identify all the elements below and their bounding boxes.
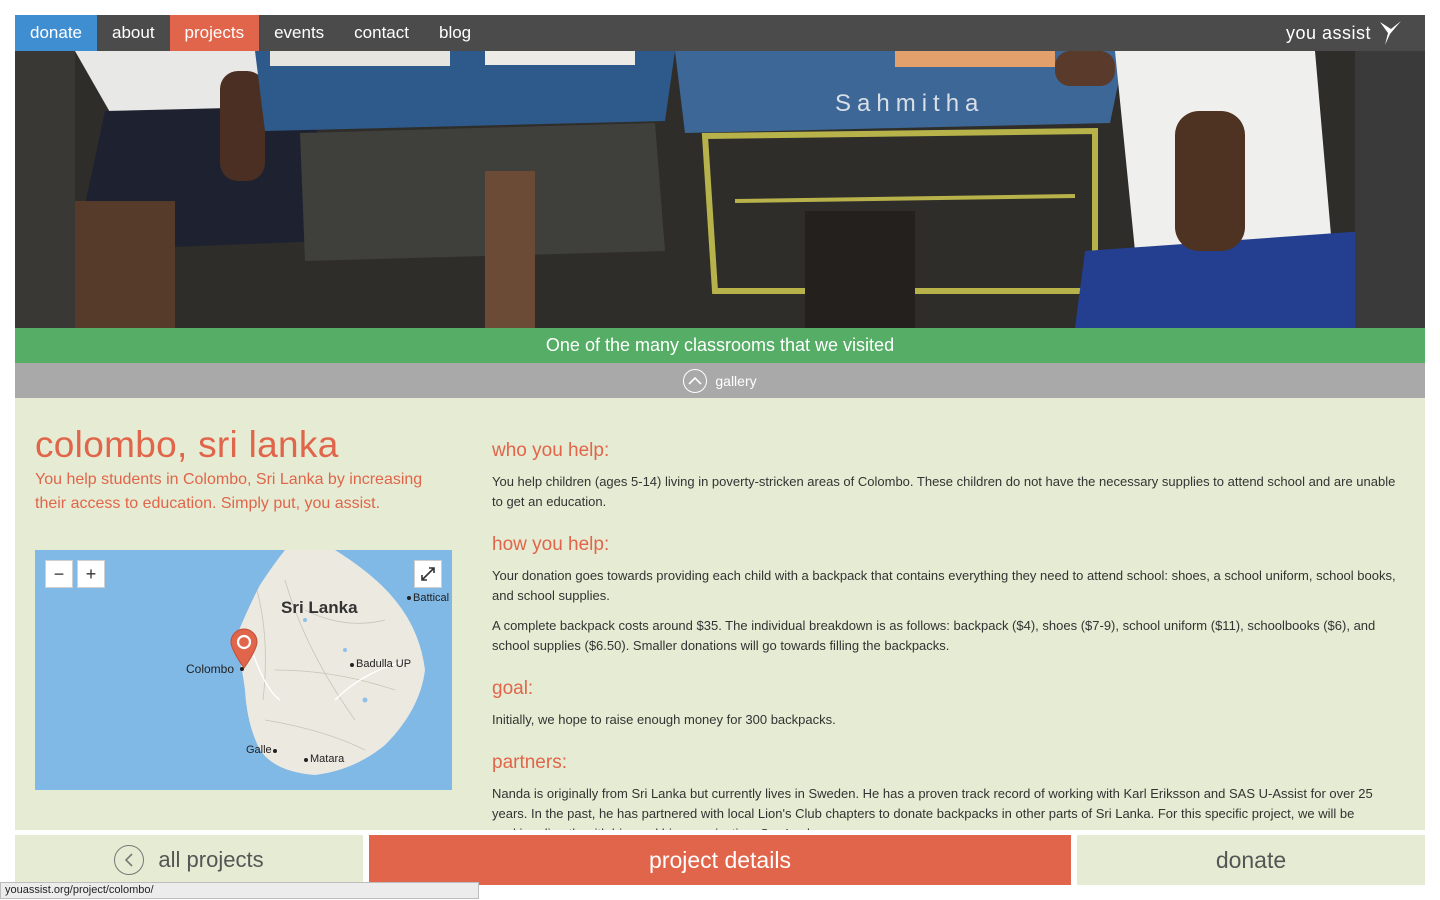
hero-caption: One of the many classrooms that we visit…	[15, 328, 1425, 363]
nav-donate[interactable]: donate	[15, 15, 97, 51]
para-goal: Initially, we hope to raise enough money…	[492, 712, 836, 727]
heading-goal: goal:	[492, 678, 534, 699]
map-dot-badulla	[350, 663, 354, 667]
bird-logo-icon	[1380, 21, 1401, 45]
classroom-photo: Sahmitha	[15, 51, 1425, 328]
map-label-sri-lanka: Sri Lanka	[281, 598, 358, 617]
zoom-out-button[interactable]: −	[45, 560, 73, 588]
map-dot-batticaloa	[407, 596, 411, 600]
chevron-up-icon	[683, 368, 708, 393]
page-title: colombo, sri lanka	[35, 424, 339, 465]
desk-writing: Sahmitha	[835, 90, 984, 117]
status-bar-url: youassist.org/project/colombo/	[0, 882, 479, 899]
project-details-button[interactable]: project details	[369, 835, 1071, 885]
project-lede: You help students in Colombo, Sri Lanka …	[35, 471, 423, 512]
para-who-you-help: You help children (ages 5-14) living in …	[492, 474, 1396, 509]
project-content: colombo, sri lanka You help students in …	[15, 398, 1425, 830]
heading-how-you-help: how you help:	[492, 534, 610, 555]
para-how-you-help-2: A complete backpack costs around $35. Th…	[492, 618, 1376, 653]
project-details-text: who you help: You help children (ages 5-…	[492, 440, 1397, 830]
bottom-bar: all projects project details donate	[15, 830, 1425, 886]
all-projects-label: all projects	[158, 847, 264, 872]
hero-image: Sahmitha	[15, 51, 1425, 328]
map-label-matara: Matara	[310, 753, 345, 765]
para-partners: Nanda is originally from Sri Lanka but c…	[492, 786, 1373, 830]
top-nav: donate about projects events contact blo…	[15, 15, 1425, 51]
nav-events[interactable]: events	[259, 15, 339, 51]
map-label-colombo: Colombo	[186, 662, 235, 676]
map-dot-galle	[273, 749, 277, 753]
brand-name: you assist	[1285, 23, 1371, 43]
map-label-batticaloa: Battical	[413, 592, 450, 604]
nav-contact[interactable]: contact	[339, 15, 424, 51]
para-how-you-help-1: Your donation goes towards providing eac…	[492, 568, 1396, 603]
gallery-toggle[interactable]: gallery	[15, 363, 1425, 398]
nav-about[interactable]: about	[97, 15, 170, 51]
map-label-galle: Galle	[246, 744, 272, 756]
nav-blog[interactable]: blog	[424, 15, 486, 51]
nav-projects[interactable]: projects	[169, 15, 260, 51]
heading-partners: partners:	[492, 752, 567, 773]
all-projects-button[interactable]: all projects	[15, 835, 363, 885]
map-label-badulla: Badulla UP	[356, 658, 412, 670]
map-pin-icon[interactable]	[229, 628, 259, 670]
map-dot-matara	[304, 758, 308, 762]
fullscreen-button[interactable]	[414, 560, 442, 588]
zoom-in-button[interactable]: +	[77, 560, 105, 588]
chevron-left-icon	[114, 845, 145, 875]
donate-button[interactable]: donate	[1077, 835, 1425, 885]
brand-logo[interactable]: you assist	[1286, 15, 1403, 51]
heading-who-you-help: who you help:	[492, 440, 610, 461]
gallery-label: gallery	[715, 372, 757, 389]
project-map[interactable]: − + Sri Lanka Battical Badulla UP Colomb…	[35, 550, 452, 790]
expand-icon	[421, 567, 435, 581]
